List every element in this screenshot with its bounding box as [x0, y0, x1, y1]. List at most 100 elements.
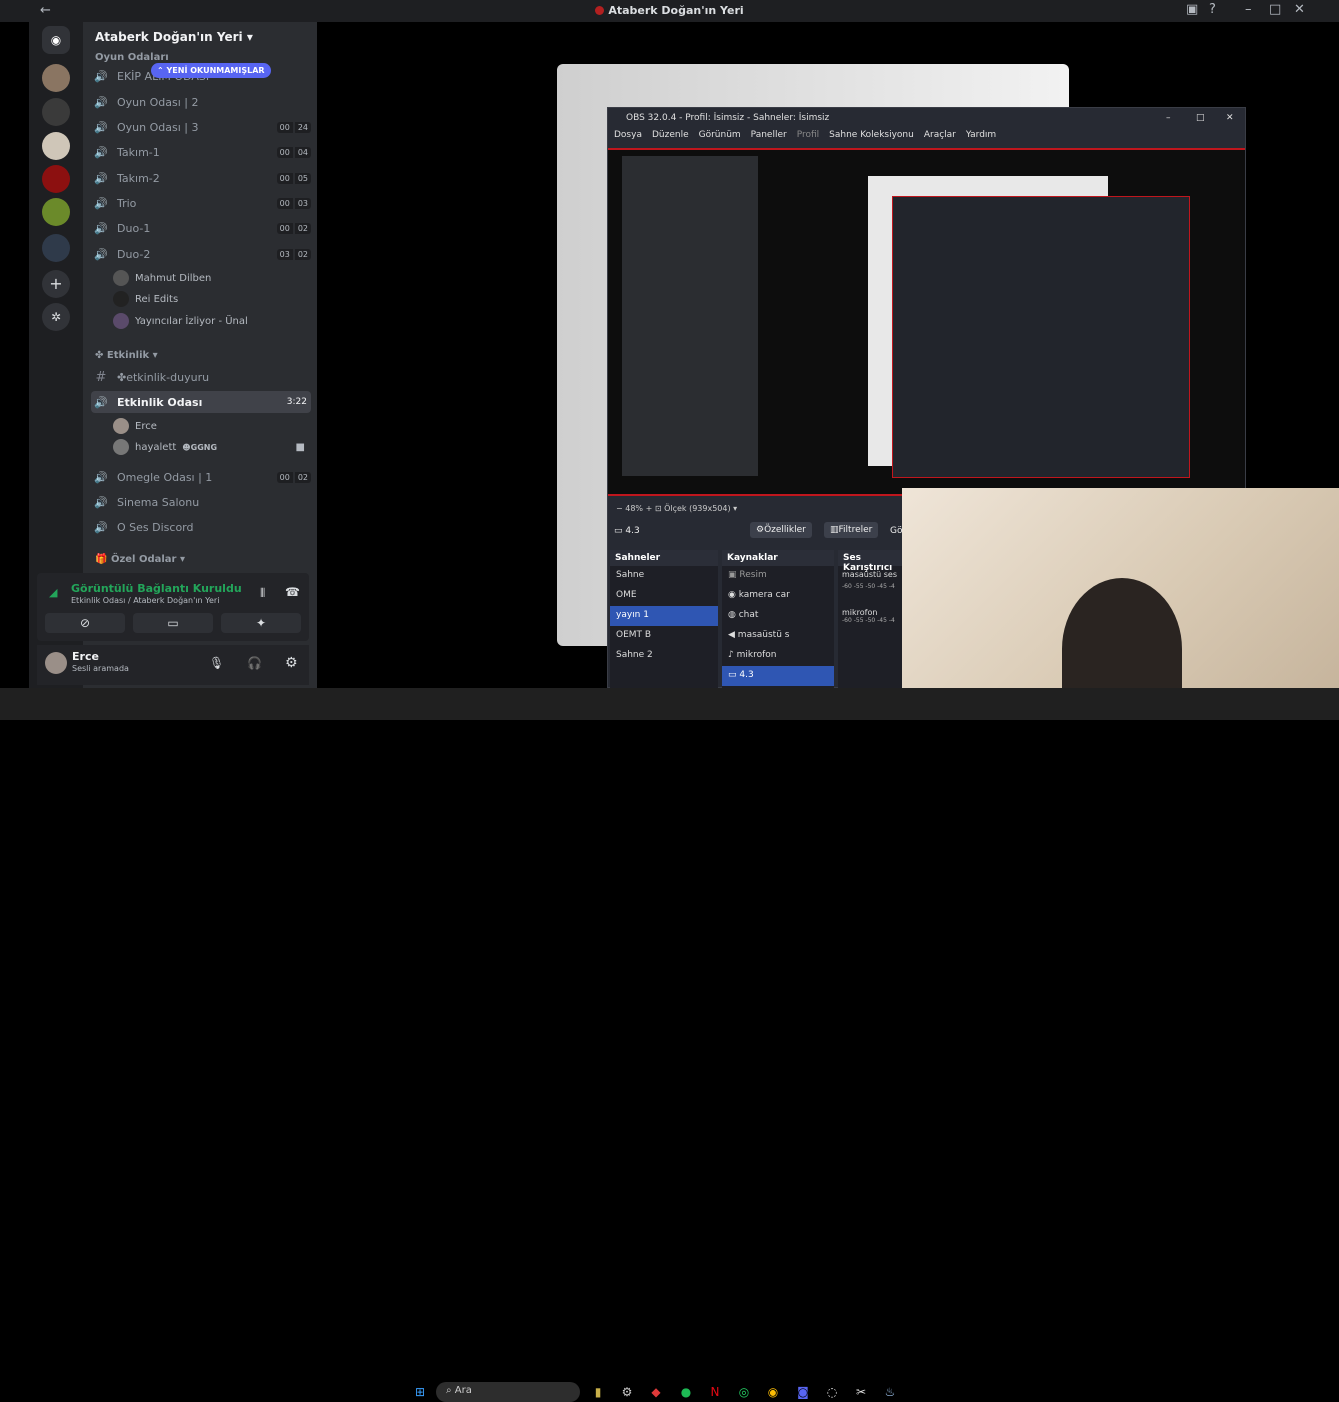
db-scale: -60 -55 -50 -45 -4	[842, 617, 895, 624]
channel-voice[interactable]: 🔊 Trio 00 03	[91, 192, 311, 214]
server-avatar-3[interactable]	[42, 132, 70, 160]
menu-profile[interactable]: Profil	[797, 130, 819, 140]
source-item-selected[interactable]: ▭ 4.3	[722, 666, 834, 686]
scene-item-selected[interactable]: yayın 1	[610, 606, 718, 626]
server-folder[interactable]	[42, 234, 70, 262]
file-explorer-icon[interactable]: ▮	[588, 1382, 608, 1402]
source-item[interactable]: ♪ mikrofon	[722, 646, 834, 666]
maximize-button[interactable]: □	[1269, 2, 1281, 17]
server-avatar-active[interactable]	[42, 165, 70, 193]
inbox-icon[interactable]: ▣	[1186, 2, 1198, 17]
speaker-icon: 🔊	[94, 196, 108, 210]
menu-edit[interactable]: Düzenle	[652, 130, 689, 140]
channel-voice[interactable]: 🔊 Duo-1 00 02	[91, 217, 311, 239]
scene-item[interactable]: OEMT B	[610, 626, 718, 646]
guild-header[interactable]: Ataberk Doğan'ın Yeri ▾	[95, 30, 253, 44]
voice-location[interactable]: Etkinlik Odası / Ataberk Doğan'ın Yeri	[71, 596, 219, 605]
settings-gear-icon[interactable]: ⚙	[285, 655, 298, 671]
source-item[interactable]: ◉ kamera car	[722, 586, 834, 606]
title-bar: ← Ataberk Doğan'ın Yeri ▣ ? – □ ✕	[0, 0, 1339, 22]
scene-item[interactable]: Sahne	[610, 566, 718, 586]
scene-item[interactable]: Sahne 2	[610, 646, 718, 666]
category-game-rooms[interactable]: Oyun Odaları	[95, 52, 169, 63]
avatar[interactable]	[45, 652, 67, 674]
channel-text[interactable]: # ✤etkinlik-duyuru	[91, 366, 311, 388]
voice-user[interactable]: Yayıncılar İzliyor - Ünal	[113, 311, 248, 331]
scene-item[interactable]: OME	[610, 586, 718, 606]
obs-icon[interactable]: ◌	[822, 1382, 842, 1402]
menu-docks[interactable]: Paneller	[751, 130, 787, 140]
channel-voice[interactable]: 🔊 Takım-2 00 05	[91, 167, 311, 189]
menu-scene-collection[interactable]: Sahne Koleksiyonu	[829, 130, 914, 140]
windows-start-icon[interactable]: ⊞	[410, 1382, 430, 1402]
discord-home-icon[interactable]: ◉	[42, 26, 70, 54]
whatsapp-icon[interactable]: ◎	[734, 1382, 754, 1402]
user-name: Erce	[72, 650, 99, 663]
capcut-icon[interactable]: ✂	[851, 1382, 871, 1402]
maximize-button[interactable]: □	[1196, 113, 1205, 123]
properties-button[interactable]: ⚙Özellikler	[750, 522, 812, 538]
server-avatar-4[interactable]	[42, 198, 70, 226]
help-icon[interactable]: ?	[1209, 2, 1216, 17]
add-server-icon[interactable]: +	[42, 270, 70, 298]
voice-user[interactable]: Rei Edits	[113, 289, 178, 309]
hash-icon: #	[95, 369, 107, 385]
minimize-button[interactable]: –	[1166, 113, 1171, 123]
unread-pill[interactable]: ⌃ YENİ OKUNMAMIŞLAR	[151, 63, 271, 78]
channel-voice[interactable]: 🔊 Duo-2 03 02	[91, 243, 311, 265]
voice-connected-panel: ◢ Görüntülü Bağlantı Kuruldu Etkinlik Od…	[37, 573, 309, 641]
more-button[interactable]: Gö	[890, 526, 902, 536]
menu-file[interactable]: Dosya	[614, 130, 642, 140]
discover-icon[interactable]: ✲	[42, 303, 70, 331]
window-title: Ataberk Doğan'ın Yeri	[0, 4, 1339, 17]
steam-icon[interactable]: ♨	[880, 1382, 900, 1402]
source-item[interactable]: ◀ masaüstü s	[722, 626, 834, 646]
avatar	[113, 291, 129, 307]
close-button[interactable]: ✕	[1294, 2, 1305, 17]
discord-icon[interactable]: ◙	[793, 1382, 813, 1402]
voice-user[interactable]: Erce	[113, 416, 157, 436]
minimize-button[interactable]: –	[1245, 2, 1252, 17]
menu-tools[interactable]: Araçlar	[924, 130, 956, 140]
category-private[interactable]: 🎁 Özel Odalar ▾	[95, 554, 185, 565]
speaker-icon: 🔊	[94, 520, 108, 534]
source-item[interactable]: ◍ chat	[722, 606, 834, 626]
microphone-icon[interactable]: 🎙	[209, 656, 224, 670]
activities-button[interactable]: ✦	[221, 613, 301, 633]
menu-view[interactable]: Görünüm	[699, 130, 741, 140]
channel-voice[interactable]: 🔊 O Ses Discord	[91, 516, 311, 538]
source-item[interactable]: ▣ Resim	[722, 566, 834, 586]
speaker-icon: 🔊	[94, 395, 108, 409]
speaker-icon: 🔊	[94, 120, 108, 134]
noise-icon[interactable]: ⦀	[260, 586, 265, 601]
spotify-icon[interactable]: ●	[676, 1382, 696, 1402]
voice-user[interactable]: Mahmut Dilben	[113, 268, 211, 288]
taskbar-search[interactable]: ⌕ Ara	[436, 1382, 580, 1402]
channel-voice[interactable]: 🔊 Oyun Odası | 2	[91, 91, 311, 113]
camera-off-button[interactable]: ⊘	[45, 613, 125, 633]
filters-button[interactable]: ▥Filtreler	[824, 522, 879, 538]
disconnect-icon[interactable]: ☎	[285, 585, 300, 599]
close-button[interactable]: ✕	[1226, 113, 1234, 123]
screen-share-button[interactable]: ▭	[133, 613, 213, 633]
voice-user[interactable]: hayalett ☻GGNG ■	[113, 437, 305, 457]
category-event[interactable]: ✤ Etkinlik ▾	[95, 350, 158, 361]
channel-voice[interactable]: 🔊 Sinema Salonu	[91, 491, 311, 513]
menu-help[interactable]: Yardım	[966, 130, 996, 140]
app-icon[interactable]: ◆	[646, 1382, 666, 1402]
netflix-icon[interactable]: N	[705, 1382, 725, 1402]
speaker-icon: 🔊	[94, 69, 108, 83]
sources-dock: Kaynaklar ▣ Resim ◉ kamera car ◍ chat ◀ …	[722, 550, 834, 688]
server-avatar-2[interactable]	[42, 98, 70, 126]
speaker-icon: 🔊	[94, 145, 108, 159]
channel-voice[interactable]: 🔊 Takım-1 00 04	[91, 141, 311, 163]
server-avatar-1[interactable]	[42, 64, 70, 92]
headset-icon[interactable]: 🎧	[247, 656, 262, 670]
chrome-icon[interactable]: ◉	[763, 1382, 783, 1402]
channel-voice[interactable]: 🔊 Omegle Odası | 1 00 02	[91, 466, 311, 488]
channel-voice[interactable]: 🔊 Oyun Odası | 3 00 24	[91, 116, 311, 138]
channel-voice-active[interactable]: 🔊 Etkinlik Odası 3:22	[91, 391, 311, 413]
zoom-controls[interactable]: − 48% + ⊡ Ölçek (939x504) ▾	[616, 504, 737, 513]
obs-preview[interactable]	[608, 148, 1245, 496]
settings-icon[interactable]: ⚙	[617, 1382, 637, 1402]
